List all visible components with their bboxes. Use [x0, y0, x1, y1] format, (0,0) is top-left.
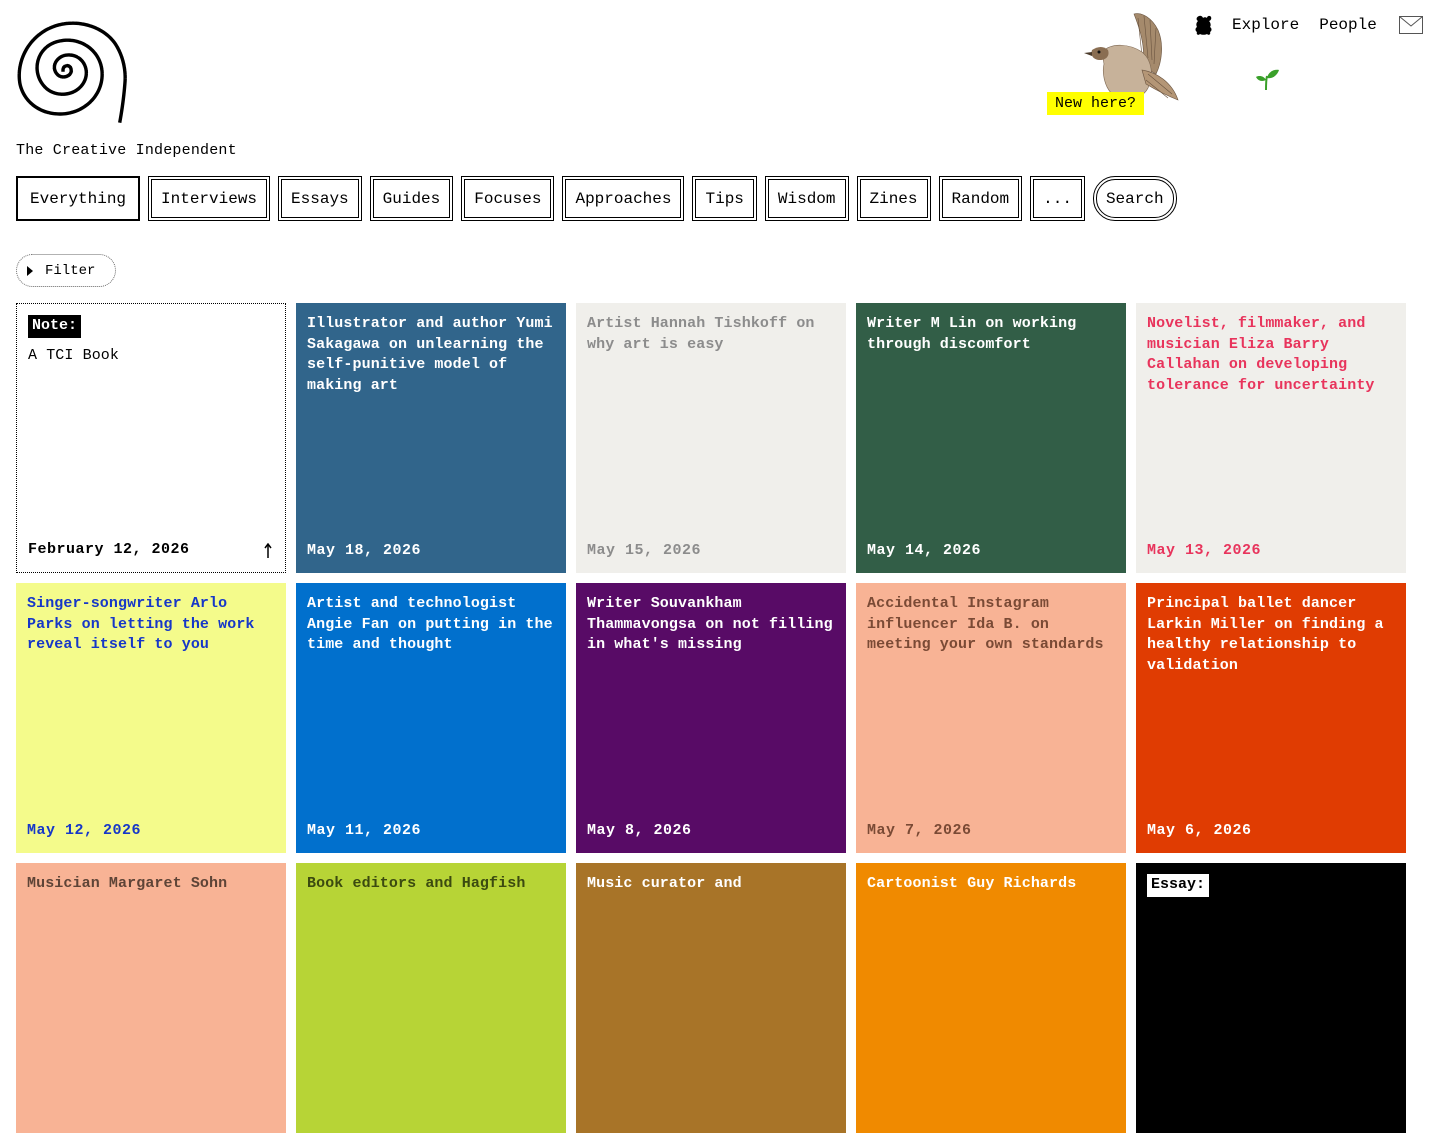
site-title[interactable]: The Creative Independent	[16, 142, 237, 159]
card-date: May 11, 2026	[307, 821, 422, 839]
article-card[interactable]: Musician Margaret Sohn	[16, 863, 286, 1133]
tab-zines[interactable]: Zines	[856, 176, 931, 221]
card-title: Artist and technologist Angie Fan on put…	[307, 595, 553, 653]
tab-more[interactable]: ...	[1030, 176, 1085, 221]
article-card[interactable]: Artist and technologist Angie Fan on put…	[296, 583, 566, 853]
article-card[interactable]: Writer Souvankham Thammavongsa on not fi…	[576, 583, 846, 853]
article-grid: Note: A TCI Book February 12, 2026 Illus…	[16, 303, 1406, 1133]
card-title: Musician Margaret Sohn	[27, 875, 228, 892]
triangle-right-icon	[27, 265, 33, 276]
filter-label: Filter	[45, 262, 96, 279]
card-title: Music curator and	[587, 875, 742, 892]
tab-interviews[interactable]: Interviews	[148, 176, 271, 221]
card-title: Writer M Lin on working through discomfo…	[867, 315, 1077, 353]
tab-essays[interactable]: Essays	[278, 176, 362, 221]
tab-focuses[interactable]: Focuses	[461, 176, 555, 221]
sprout-icon[interactable]	[1254, 66, 1280, 92]
article-card[interactable]: Essay:	[1136, 863, 1406, 1133]
article-card[interactable]: Artist Hannah Tishkoff on why art is eas…	[576, 303, 846, 573]
note-badge: Note:	[28, 315, 82, 338]
new-here-button[interactable]: New here?	[1047, 92, 1145, 115]
card-title: Artist Hannah Tishkoff on why art is eas…	[587, 315, 815, 353]
article-card[interactable]: Writer M Lin on working through discomfo…	[856, 303, 1126, 573]
top-navigation: Explore People	[1194, 14, 1423, 36]
card-date: May 14, 2026	[867, 541, 982, 559]
card-title: Illustrator and author Yumi Sakagawa on …	[307, 315, 553, 394]
tab-everything[interactable]: Everything	[16, 176, 141, 221]
article-card[interactable]: Principal ballet dancer Larkin Miller on…	[1136, 583, 1406, 853]
article-card[interactable]: Singer-songwriter Arlo Parks on letting …	[16, 583, 286, 853]
article-card[interactable]: Novelist, filmmaker, and musician Eliza …	[1136, 303, 1406, 573]
article-card[interactable]: Book editors and Hagfish	[296, 863, 566, 1133]
card-title: Novelist, filmmaker, and musician Eliza …	[1147, 315, 1375, 394]
card-title: A TCI Book	[28, 346, 120, 364]
category-tabs: Everything Interviews Essays Guides Focu…	[16, 176, 1177, 221]
card-date: May 18, 2026	[307, 541, 422, 559]
card-date: May 6, 2026	[1147, 821, 1252, 839]
filter-toggle[interactable]: Filter	[16, 254, 116, 287]
people-link[interactable]: People	[1319, 16, 1377, 34]
gummy-bear-icon[interactable]	[1194, 14, 1214, 36]
card-date: May 7, 2026	[867, 821, 972, 839]
card-title: Writer Souvankham Thammavongsa on not fi…	[587, 595, 833, 653]
card-date: February 12, 2026	[28, 540, 190, 558]
explore-link[interactable]: Explore	[1232, 16, 1299, 34]
card-title: Book editors and Hagfish	[307, 875, 526, 892]
tab-wisdom[interactable]: Wisdom	[764, 176, 849, 221]
card-date: May 8, 2026	[587, 821, 692, 839]
article-card[interactable]: Illustrator and author Yumi Sakagawa on …	[296, 303, 566, 573]
tab-random[interactable]: Random	[938, 176, 1023, 221]
tab-approaches[interactable]: Approaches	[562, 176, 685, 221]
spiral-logo-icon[interactable]	[14, 18, 130, 124]
card-date: May 12, 2026	[27, 821, 142, 839]
pin-icon	[264, 543, 272, 558]
search-button[interactable]: Search	[1092, 176, 1177, 221]
card-title: Principal ballet dancer Larkin Miller on…	[1147, 595, 1384, 674]
mail-icon[interactable]	[1398, 16, 1423, 34]
tab-tips[interactable]: Tips	[692, 176, 757, 221]
card-title: Singer-songwriter Arlo Parks on letting …	[27, 595, 255, 653]
tab-guides[interactable]: Guides	[369, 176, 454, 221]
article-card[interactable]: Music curator and	[576, 863, 846, 1133]
card-date: May 15, 2026	[587, 541, 702, 559]
essay-badge: Essay:	[1147, 874, 1210, 897]
card-title: Accidental Instagram influencer Ida B. o…	[867, 595, 1104, 653]
card-title: Cartoonist Guy Richards	[867, 875, 1077, 892]
article-card[interactable]: Accidental Instagram influencer Ida B. o…	[856, 583, 1126, 853]
article-card[interactable]: Cartoonist Guy Richards	[856, 863, 1126, 1133]
article-card[interactable]: Note: A TCI Book February 12, 2026	[16, 303, 286, 573]
card-date: May 13, 2026	[1147, 541, 1262, 559]
